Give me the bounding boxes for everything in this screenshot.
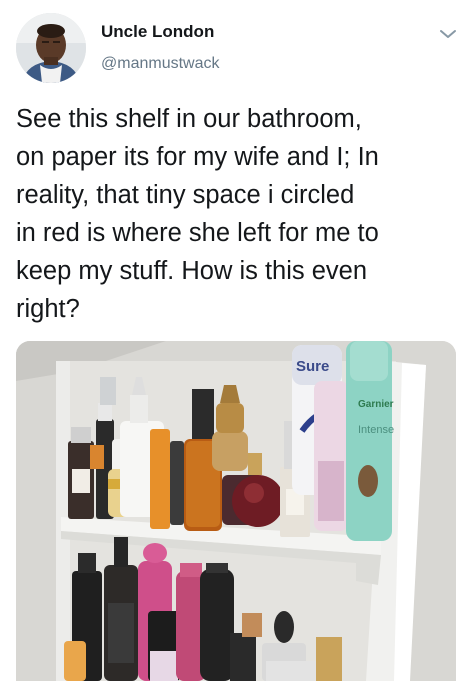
tweet-text-line: on paper its for my wife and I; In	[16, 143, 379, 171]
deodorant-brand-label: Sure	[296, 358, 329, 375]
author-display-name[interactable]: Uncle London	[101, 22, 214, 42]
bottle-subbrand-label: Intense	[358, 424, 394, 436]
tweet-text-line: right?	[16, 295, 80, 323]
user-avatar-icon	[16, 13, 86, 83]
tweet-text-line: in red is where she left for me to	[16, 219, 379, 247]
tweet-text-line: See this shelf in our bathroom,	[16, 105, 362, 133]
bottle-brand-label: Garnier	[358, 399, 394, 410]
tweet-text-line: keep my stuff. How is this even	[16, 257, 368, 285]
author-handle[interactable]: @manmustwack	[101, 55, 220, 73]
tweet-text: See this shelf in our bathroom, on paper…	[16, 100, 456, 328]
tweet-text-line: reality, that tiny space i circled	[16, 181, 355, 209]
tweet-header: Uncle London @manmustwack	[0, 0, 472, 96]
tweet-media-photo[interactable]: Sure Garnier Intense	[16, 341, 456, 681]
avatar[interactable]	[16, 13, 86, 83]
chevron-down-icon[interactable]	[436, 22, 460, 46]
bathroom-shelf-photo-icon: Sure Garnier Intense	[16, 341, 456, 681]
